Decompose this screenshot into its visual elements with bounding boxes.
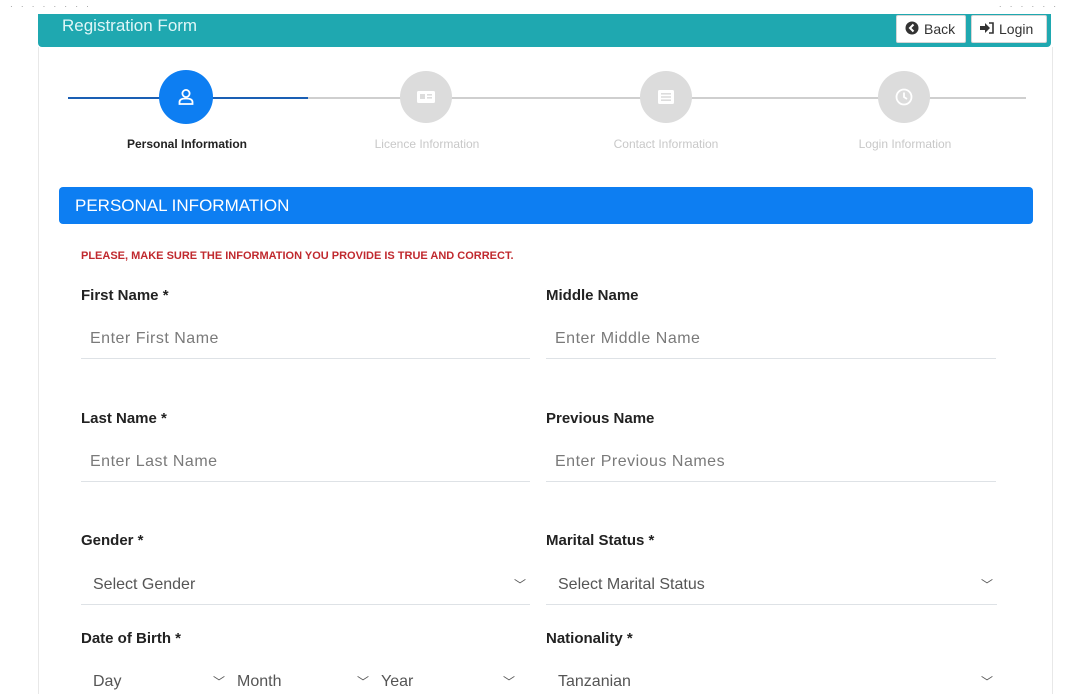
- dob-day-select[interactable]: Day ﹀: [81, 662, 229, 694]
- nationality-label: Nationality *: [546, 630, 633, 647]
- id-card-icon: [416, 89, 436, 105]
- browser-strip: · · · · · · · · · · · · · ·: [0, 0, 1077, 14]
- marital-status-label: Marital Status *: [546, 532, 655, 549]
- nationality-select[interactable]: Tanzanian ﹀: [546, 662, 997, 694]
- dob-month-select[interactable]: Month ﹀: [225, 662, 373, 694]
- step-login[interactable]: [878, 71, 930, 123]
- dob-label: Date of Birth *: [81, 630, 182, 647]
- gender-select-value: Select Gender: [93, 576, 196, 593]
- clock-icon: [895, 88, 913, 106]
- step-personal[interactable]: [159, 70, 213, 124]
- step-label-licence: Licence Information: [374, 137, 480, 151]
- chevron-down-icon: ﹀: [513, 578, 526, 592]
- chevron-down-icon: ﹀: [980, 675, 993, 689]
- last-name-label: Last Name *: [81, 410, 167, 427]
- user-icon: [176, 87, 196, 107]
- step-label-contact: Contact Information: [613, 137, 719, 151]
- page: · · · · · · · · · · · · · · Registration…: [0, 0, 1077, 694]
- list-icon: [657, 89, 675, 105]
- step-licence[interactable]: [400, 71, 452, 123]
- first-name-input[interactable]: [81, 319, 530, 359]
- chevron-down-icon: ﹀: [980, 578, 993, 592]
- chevron-down-icon: ﹀: [502, 675, 515, 689]
- back-button-label: Back: [924, 21, 956, 37]
- previous-name-label: Previous Name: [546, 410, 655, 427]
- nationality-select-value: Tanzanian: [558, 673, 631, 690]
- previous-name-input[interactable]: [546, 442, 996, 482]
- middle-name-input[interactable]: [546, 319, 996, 359]
- login-button-label: Login: [999, 21, 1034, 37]
- section-header: PERSONAL INFORMATION: [59, 187, 1033, 224]
- gender-label: Gender *: [81, 532, 144, 549]
- marital-status-select-value: Select Marital Status: [558, 576, 705, 593]
- last-name-input[interactable]: [81, 442, 530, 482]
- step-contact[interactable]: [640, 71, 692, 123]
- marital-status-select[interactable]: Select Marital Status ﹀: [546, 565, 997, 605]
- step-label-personal: Personal Information: [126, 137, 248, 151]
- first-name-label: First Name *: [81, 287, 169, 304]
- dob-month-value: Month: [237, 673, 282, 690]
- gender-select[interactable]: Select Gender ﹀: [81, 565, 530, 605]
- chevron-down-icon: ﹀: [212, 675, 225, 689]
- back-arrow-icon: [905, 21, 919, 38]
- dob-year-select[interactable]: Year ﹀: [369, 662, 519, 694]
- browser-dots-right: · · · · · ·: [998, 2, 1059, 11]
- login-button[interactable]: Login: [971, 15, 1047, 43]
- sign-in-icon: [980, 21, 994, 37]
- warning-text: PLEASE, MAKE SURE THE INFORMATION YOU PR…: [81, 250, 514, 262]
- dob-year-value: Year: [381, 673, 414, 690]
- middle-name-label: Middle Name: [546, 287, 639, 304]
- back-button[interactable]: Back: [896, 15, 966, 43]
- page-title: Registration Form: [62, 16, 198, 35]
- chevron-down-icon: ﹀: [356, 675, 369, 689]
- step-label-login: Login Information: [858, 137, 952, 151]
- dob-day-value: Day: [93, 673, 122, 690]
- browser-dots-left: · · · · · · · ·: [10, 2, 92, 11]
